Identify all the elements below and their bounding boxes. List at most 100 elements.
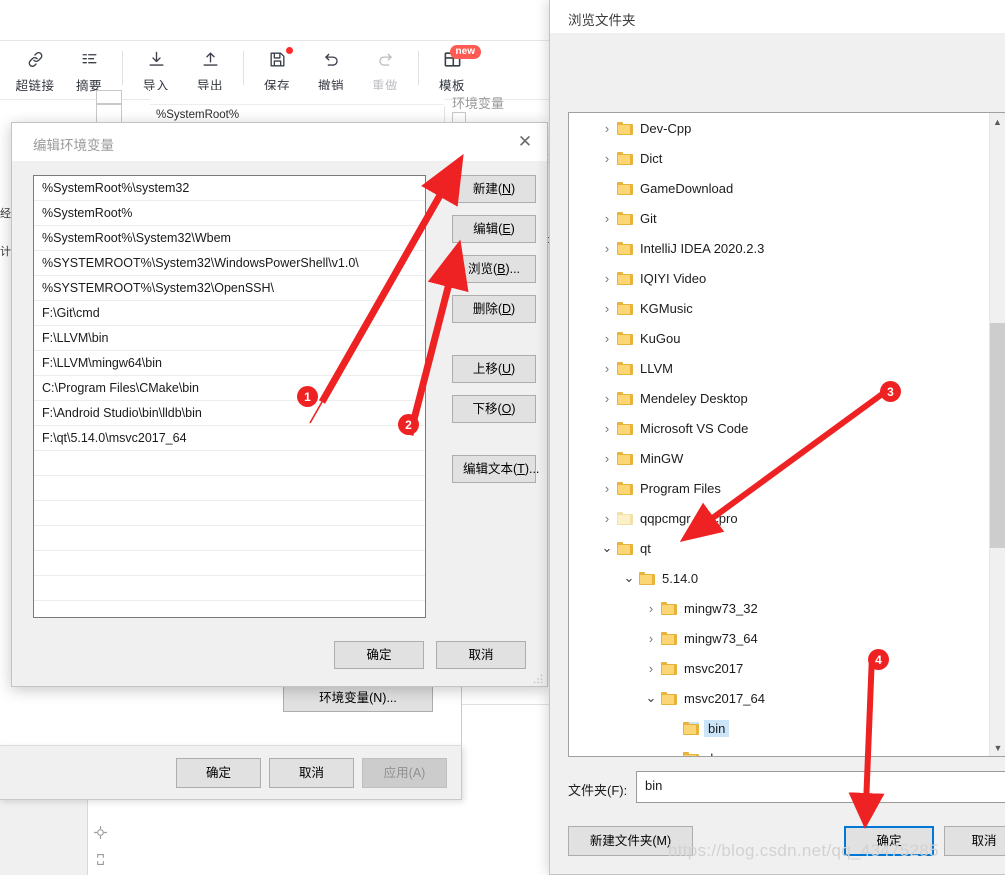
- toolbar-item-hyperlink[interactable]: 超链接: [8, 41, 62, 94]
- screen-root: 超链接 摘要 导入 导出 保存 撤销 重做 new 模板 环境变量 %Syste…: [0, 0, 1005, 875]
- chevron-down-icon[interactable]: ⌄: [599, 540, 615, 556]
- tree-node[interactable]: › LLVM: [569, 353, 989, 383]
- folder-icon: [661, 601, 677, 615]
- folder-field-label: 文件夹(F):: [568, 783, 628, 798]
- chevron-right-icon[interactable]: ›: [599, 330, 615, 346]
- scrollbar-thumb[interactable]: [990, 323, 1005, 548]
- path-list-row[interactable]: F:\LLVM\bin: [34, 326, 425, 351]
- folder-tree[interactable]: › Dev-Cpp › Dict › GameDownload › Git › IntelliJ …: [568, 112, 1005, 757]
- tree-node[interactable]: › IQIYI Video: [569, 263, 989, 293]
- chevron-right-icon[interactable]: ›: [599, 210, 615, 226]
- tree-node[interactable]: › KuGou: [569, 323, 989, 353]
- toolbar-item-import[interactable]: 导入: [129, 41, 183, 94]
- path-list-row[interactable]: %SYSTEMROOT%\System32\OpenSSH\: [34, 276, 425, 301]
- chevron-right-icon[interactable]: ›: [665, 750, 681, 757]
- tree-node[interactable]: ⌄ qt: [569, 533, 989, 563]
- chevron-down-icon[interactable]: ⌄: [643, 690, 659, 706]
- toolbar-item-save[interactable]: 保存: [250, 41, 304, 94]
- resize-grip[interactable]: [533, 673, 543, 684]
- sysprops-apply-button: 应用(A): [362, 758, 447, 788]
- sysprops-cancel-button[interactable]: 取消: [269, 758, 354, 788]
- tree-node-label: qqpcmgr_docpro: [640, 510, 738, 526]
- path-list-row[interactable]: [34, 526, 425, 551]
- folder-tree-scrollbar[interactable]: ▲ ▼: [989, 113, 1005, 756]
- tree-node[interactable]: › IntelliJ IDEA 2020.2.3: [569, 233, 989, 263]
- folder-name-input[interactable]: bin: [636, 771, 1005, 803]
- move-down-button[interactable]: 下移(O): [452, 395, 536, 423]
- target-icon[interactable]: [92, 824, 109, 844]
- browse-cancel-button[interactable]: 取消: [944, 826, 1005, 856]
- tree-node-label: KGMusic: [640, 300, 693, 316]
- tree-node[interactable]: › doc: [569, 743, 989, 756]
- tree-node-selected[interactable]: › bin: [569, 713, 989, 743]
- chevron-right-icon[interactable]: ›: [599, 390, 615, 406]
- tree-node[interactable]: › Dict: [569, 143, 989, 173]
- tree-node[interactable]: ⌄ 5.14.0: [569, 563, 989, 593]
- tree-node[interactable]: › KGMusic: [569, 293, 989, 323]
- chevron-right-icon[interactable]: ›: [599, 510, 615, 526]
- tree-node[interactable]: › Microsoft VS Code: [569, 413, 989, 443]
- chevron-right-icon[interactable]: ›: [643, 630, 659, 646]
- edit-dialog-cancel-button[interactable]: 取消: [436, 641, 526, 669]
- path-list-row[interactable]: %SYSTEMROOT%\System32\WindowsPowerShell\…: [34, 251, 425, 276]
- path-list-row[interactable]: [34, 501, 425, 526]
- tree-node[interactable]: › qqpcmgr_docpro: [569, 503, 989, 533]
- chevron-right-icon[interactable]: ›: [599, 150, 615, 166]
- toolbar-item-undo[interactable]: 撤销: [304, 41, 358, 94]
- tree-node[interactable]: ⌄ msvc2017_64: [569, 683, 989, 713]
- chevron-right-icon[interactable]: ›: [599, 450, 615, 466]
- tree-node-label: msvc2017: [684, 660, 744, 676]
- tree-node[interactable]: › msvc2017: [569, 653, 989, 683]
- edit-dialog-ok-button[interactable]: 确定: [334, 641, 424, 669]
- edit-button[interactable]: 编辑(E): [452, 215, 536, 243]
- chevron-right-icon[interactable]: ›: [599, 270, 615, 286]
- chevron-right-icon[interactable]: ›: [599, 360, 615, 376]
- delete-button[interactable]: 删除(D): [452, 295, 536, 323]
- toolbar-item-export[interactable]: 导出: [183, 41, 237, 94]
- chevron-right-icon[interactable]: ›: [599, 420, 615, 436]
- chevron-right-icon[interactable]: ›: [599, 120, 615, 136]
- path-list-row[interactable]: F:\Git\cmd: [34, 301, 425, 326]
- path-list-row[interactable]: F:\Android Studio\bin\lldb\bin: [34, 401, 425, 426]
- path-list-row[interactable]: C:\Program Files\CMake\bin: [34, 376, 425, 401]
- edit-text-button[interactable]: 编辑文本(T)...: [452, 455, 539, 483]
- export-icon: [201, 47, 220, 71]
- browse-button[interactable]: 浏览(B)...: [452, 255, 536, 283]
- scroll-down-icon[interactable]: ▼: [990, 739, 1005, 756]
- path-list-row[interactable]: %SystemRoot%\System32\Wbem: [34, 226, 425, 251]
- env-variables-button[interactable]: 环境变量(N)...: [283, 684, 433, 712]
- annotation-marker-2: 2: [398, 414, 419, 435]
- move-up-button[interactable]: 上移(U): [452, 355, 536, 383]
- chevron-right-icon[interactable]: ›: [599, 480, 615, 496]
- close-icon[interactable]: ✕: [503, 123, 547, 161]
- expand-arrows-icon[interactable]: [92, 851, 109, 871]
- tree-node[interactable]: › mingw73_64: [569, 623, 989, 653]
- chevron-right-icon[interactable]: ›: [599, 300, 615, 316]
- new-button[interactable]: 新建(N): [452, 175, 536, 203]
- path-list-row[interactable]: [34, 551, 425, 576]
- toolbar-item-summary[interactable]: 摘要: [62, 41, 116, 94]
- sysprops-ok-button[interactable]: 确定: [176, 758, 261, 788]
- tree-node[interactable]: › MinGW: [569, 443, 989, 473]
- path-list-row[interactable]: F:\qt\5.14.0\msvc2017_64: [34, 426, 425, 451]
- path-list-row[interactable]: %SystemRoot%: [34, 201, 425, 226]
- browse-folder-dialog: 浏览文件夹 › Dev-Cpp › Dict › GameDownload › Git › Int…: [549, 0, 1005, 875]
- tree-node[interactable]: › Mendeley Desktop: [569, 383, 989, 413]
- path-list-row[interactable]: [34, 576, 425, 601]
- tree-node[interactable]: › Program Files: [569, 473, 989, 503]
- tree-node[interactable]: › Dev-Cpp: [569, 113, 989, 143]
- toolbar-item-template[interactable]: new 模板: [425, 41, 481, 94]
- tree-node[interactable]: › mingw73_32: [569, 593, 989, 623]
- tree-node[interactable]: › Git: [569, 203, 989, 233]
- path-list-row[interactable]: %SystemRoot%\system32: [34, 176, 425, 201]
- path-list-row[interactable]: F:\LLVM\mingw64\bin: [34, 351, 425, 376]
- path-list-row[interactable]: [34, 476, 425, 501]
- chevron-right-icon[interactable]: ›: [643, 600, 659, 616]
- path-listbox[interactable]: %SystemRoot%\system32 %SystemRoot% %System…: [33, 175, 426, 618]
- path-list-row[interactable]: [34, 451, 425, 476]
- chevron-down-icon[interactable]: ⌄: [621, 570, 637, 586]
- tree-node[interactable]: › GameDownload: [569, 173, 989, 203]
- chevron-right-icon[interactable]: ›: [599, 240, 615, 256]
- scroll-up-icon[interactable]: ▲: [990, 113, 1005, 130]
- chevron-right-icon[interactable]: ›: [643, 660, 659, 676]
